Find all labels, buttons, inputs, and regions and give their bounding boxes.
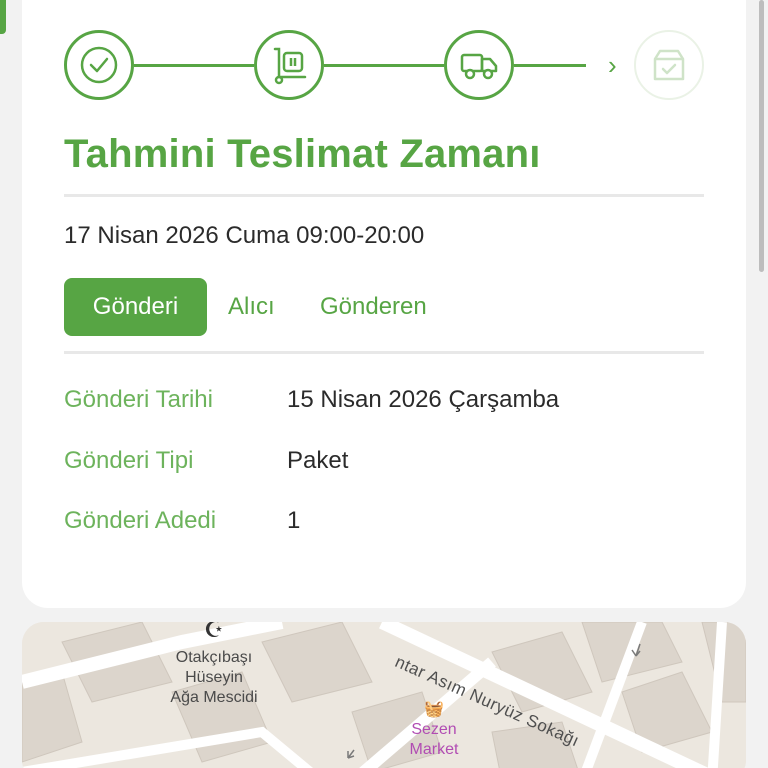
tab-alici[interactable]: Alıcı	[228, 278, 275, 336]
map-poi-market: 🧺 Sezen Market	[404, 700, 464, 760]
scrollbar[interactable]	[759, 0, 764, 272]
mosque-label: Otakçıbaşı Hüseyin Ağa Mescidi	[170, 649, 258, 706]
shipment-progress-stepper: ›	[64, 30, 704, 102]
detail-label-shipment-type: Gönderi Tipi	[64, 447, 194, 474]
divider	[64, 194, 704, 197]
left-accent-bar	[0, 0, 6, 34]
truck-icon	[460, 53, 498, 80]
mosque-icon: ☪	[204, 622, 224, 642]
estimated-delivery-title: Tahmini Teslimat Zamanı	[64, 132, 541, 176]
step-package-handling	[254, 30, 324, 100]
step-connector	[324, 64, 444, 67]
divider	[64, 351, 704, 354]
tab-gonderen[interactable]: Gönderen	[320, 278, 427, 336]
check-circle-icon	[80, 46, 118, 84]
detail-label-shipment-date: Gönderi Tarihi	[64, 386, 213, 413]
step-connector	[134, 64, 254, 67]
step-connector	[514, 64, 586, 67]
chevron-right-icon: ›	[608, 50, 617, 80]
shopping-basket-icon: 🧺	[424, 701, 444, 718]
step-order-confirmed	[64, 30, 134, 100]
step-delivered	[634, 30, 704, 100]
map-poi-mosque: ☪ Otakçıbaşı Hüseyin Ağa Mescidi	[164, 622, 264, 708]
step-in-transit	[444, 30, 514, 100]
detail-value-shipment-count: 1	[287, 507, 301, 534]
delivery-map[interactable]: ☪ Otakçıbaşı Hüseyin Ağa Mescidi ntar As…	[22, 622, 746, 768]
box-check-icon	[653, 49, 685, 81]
estimated-delivery-time: 17 Nisan 2026 Cuma 09:00-20:00	[64, 222, 425, 249]
market-label: Sezen Market	[409, 721, 459, 758]
detail-value-shipment-type: Paket	[287, 447, 349, 474]
detail-label-shipment-count: Gönderi Adedi	[64, 507, 217, 534]
hand-truck-icon	[273, 47, 307, 85]
map-tiles	[22, 622, 746, 768]
detail-value-shipment-date: 15 Nisan 2026 Çarşamba	[287, 386, 560, 413]
tab-gonderi[interactable]: Gönderi	[64, 278, 207, 336]
